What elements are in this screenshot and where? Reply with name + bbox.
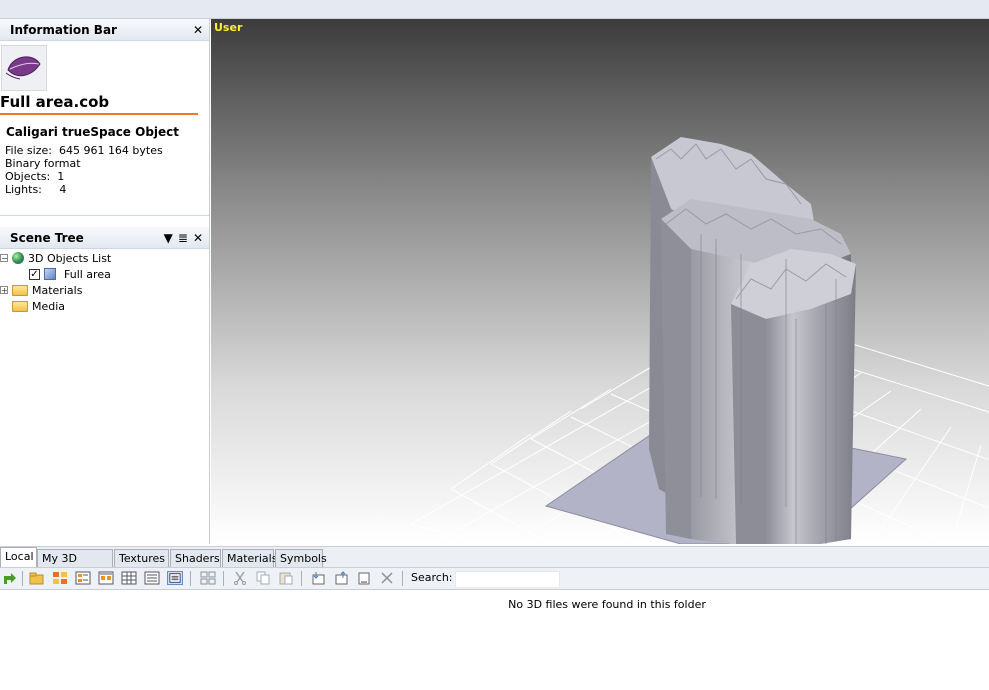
info-bar-body: Full area.cob Caligari trueSpace Object …: [0, 41, 209, 216]
visibility-checkbox[interactable]: ✓: [29, 268, 40, 280]
info-bar-title: Information Bar: [10, 22, 117, 37]
search-label: Search:: [411, 571, 453, 584]
lights-label: Lights:: [5, 183, 42, 196]
tree-item-3d-objects-list[interactable]: − 3D Objects List: [0, 250, 111, 266]
tree-item-media[interactable]: Media: [12, 298, 65, 314]
details-view-icon[interactable]: [167, 571, 183, 585]
folder-icon: [12, 300, 28, 312]
file-size-label: File size:: [5, 144, 52, 157]
close-icon[interactable]: ✕: [193, 23, 203, 37]
collapse-icon[interactable]: −: [0, 254, 8, 263]
leaf-object-icon: [5, 56, 41, 80]
new-folder-icon[interactable]: [29, 571, 45, 585]
cube-icon: [44, 268, 56, 280]
library-toolbar: Search:: [0, 567, 989, 590]
tab-my-3d-models[interactable]: My 3D Models: [37, 549, 113, 583]
folder-icon: [12, 284, 28, 296]
tab-textures[interactable]: Textures: [114, 549, 169, 567]
close-icon[interactable]: ✕: [193, 231, 203, 245]
scene-tree-title: Scene Tree: [10, 230, 84, 245]
3d-viewport[interactable]: User: [211, 19, 989, 544]
delete-icon[interactable]: [379, 571, 395, 585]
object-thumbnail: [1, 45, 47, 91]
accent-underline: [0, 113, 198, 115]
copy-icon[interactable]: [255, 571, 271, 585]
object-type: Caligari trueSpace Object: [6, 125, 180, 139]
scene-tree-header: Scene Tree ▼ ≣ ✕: [0, 227, 209, 249]
object-properties: File size: 645 961 164 bytes Binary form…: [5, 144, 163, 196]
tab-local[interactable]: Local: [0, 547, 37, 567]
lights-value: 4: [59, 183, 67, 196]
dropdown-arrow-icon[interactable]: ▼: [164, 231, 173, 245]
scene-render: [410, 137, 989, 544]
grid-view-icon[interactable]: [121, 571, 137, 585]
tab-label: Symbols: [280, 552, 327, 565]
object-name: Full area.cob: [0, 93, 110, 111]
objects-label: Objects:: [5, 170, 51, 183]
tab-label: Materials: [227, 552, 278, 565]
tab-label: Local: [5, 550, 34, 563]
arrange-icon[interactable]: [200, 571, 216, 585]
expand-icon[interactable]: +: [0, 286, 8, 295]
list-view-icon[interactable]: [144, 571, 160, 585]
tab-shaders[interactable]: Shaders: [170, 549, 221, 567]
objects-value: 1: [57, 170, 65, 183]
window-top-strip: [0, 0, 989, 19]
info-bar-header: Information Bar ✕: [0, 19, 209, 41]
tiles-view-icon[interactable]: [75, 571, 91, 585]
format-text: Binary format: [5, 157, 81, 170]
properties-icon[interactable]: [356, 571, 372, 585]
tab-label: Textures: [119, 552, 165, 565]
library-tabs: Local My 3D Models Textures Shaders Mate…: [0, 546, 989, 583]
left-panel: Information Bar ✕ Full area.cob Caligari…: [0, 19, 210, 544]
export-icon[interactable]: [333, 571, 349, 585]
go-up-icon[interactable]: [1, 571, 17, 585]
tab-symbols[interactable]: Symbols: [275, 549, 327, 567]
tree-item-materials[interactable]: + Materials: [0, 282, 82, 298]
import-icon[interactable]: [310, 571, 326, 585]
tree-item-label: Materials: [32, 283, 83, 297]
tab-materials[interactable]: Materials: [222, 549, 278, 567]
tab-label: Shaders: [175, 552, 220, 565]
cut-icon[interactable]: [232, 571, 248, 585]
tree-item-label: Full area: [64, 267, 111, 281]
thumbnails-view-icon[interactable]: [98, 571, 114, 585]
file-size-value: 645 961 164 bytes: [58, 144, 163, 157]
globe-icon: [12, 252, 24, 264]
empty-folder-message: No 3D files were found in this folder: [508, 598, 706, 611]
paste-icon[interactable]: [278, 571, 294, 585]
tree-item-full-area[interactable]: ✓ Full area: [29, 266, 111, 282]
search-input[interactable]: [455, 571, 560, 588]
large-icons-view-icon[interactable]: [52, 571, 68, 585]
tree-item-label: 3D Objects List: [28, 251, 112, 265]
tree-item-label: Media: [32, 299, 66, 313]
list-menu-icon[interactable]: ≣: [178, 231, 188, 245]
